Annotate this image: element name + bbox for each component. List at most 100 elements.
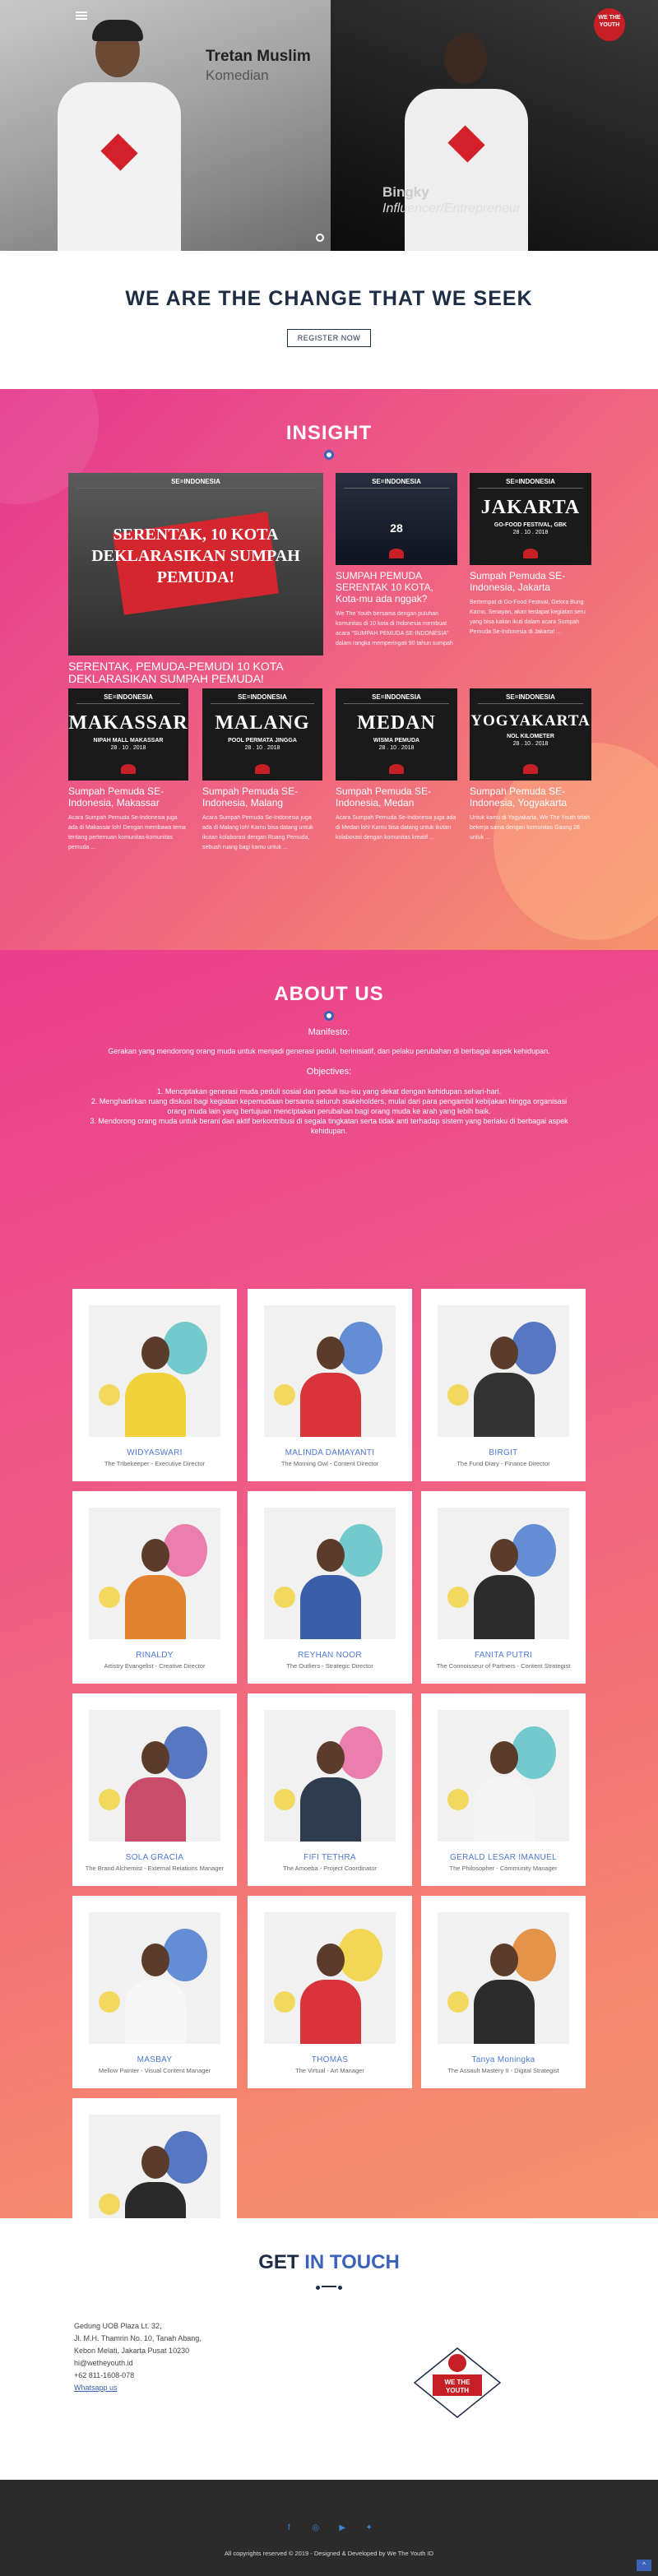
we-the-youth-logo-icon: WE THE YOUTH	[413, 2347, 502, 2418]
insight-title: INSIGHT	[285, 422, 373, 444]
insight-card-title[interactable]: Sumpah Pemuda SE-Indonesia, Medan	[336, 785, 457, 808]
insight-card[interactable]: SE=INDONESIA MEDAN WISMA PEMUDA 28 . 10 …	[336, 688, 457, 853]
team-member-role: The Assault Mastery II - Digital Strateg…	[447, 2067, 559, 2074]
team-member-card[interactable]: MALINDA DAMAYANTI The Morning Owl - Conte…	[248, 1289, 412, 1481]
team-member-photo	[264, 1710, 396, 1842]
team-member-photo	[438, 1710, 569, 1842]
about-title: ABOUT US	[274, 983, 384, 1005]
thumb-venue: WISMA PEMUDA	[373, 738, 420, 744]
insight-thumb[interactable]: SE=INDONESIA JAKARTA GO-FOOD FESTIVAL, G…	[470, 473, 591, 565]
insight-card-title[interactable]: SERENTAK, PEMUDA-PEMUDI 10 KOTA DEKLARAS…	[68, 660, 323, 685]
team-member-photo	[264, 1305, 396, 1437]
insight-thumb[interactable]: SE=INDONESIA MAKASSAR NIPAH MALL MAKASSA…	[68, 688, 188, 781]
team-member-role: The Morning Owl - Content Director	[280, 1460, 379, 1467]
insight-card-title[interactable]: Sumpah Pemuda SE-Indonesia, Malang	[202, 785, 322, 808]
thumb-venue: POOL PERMATA JINGGA	[228, 738, 297, 744]
contact-section: GET IN TOUCH Gedung UOB Plaza Lt. 32, Jl…	[0, 2218, 658, 2480]
team-member-role: The Tribekeeper - Executive Director	[104, 1460, 206, 1467]
insight-card-title[interactable]: Sumpah Pemuda SE-Indonesia, Makassar	[68, 785, 188, 808]
objective-item: 1. Menciptakan generasi muda peduli sosi…	[156, 1087, 502, 1096]
team-member-photo	[89, 1710, 220, 1842]
svg-text:YOUTH: YOUTH	[446, 2387, 469, 2394]
whatsapp-link[interactable]: Whatsapp us	[74, 2382, 202, 2394]
thumb-date: 28 . 10 . 2018	[512, 741, 549, 747]
tagline-title: WE ARE THE CHANGE THAT WE SEEK	[125, 287, 533, 310]
thumb-date: 28 . 10 . 2018	[378, 745, 415, 751]
insight-thumb[interactable]: SE=INDONESIA MEDAN WISMA PEMUDA 28 . 10 …	[336, 688, 457, 781]
insight-card[interactable]: SE=INDONESIA JAKARTA GO-FOOD FESTIVAL, G…	[470, 473, 591, 637]
insight-card-featured[interactable]: SE=INDONESIA SERENTAK, 10 KOTA DEKLARASI…	[68, 473, 323, 685]
team-member-role: The Outliers - Strategic Director	[286, 1662, 373, 1670]
team-member-photo	[438, 1912, 569, 2044]
title-dot-icon	[324, 450, 334, 460]
insight-thumb[interactable]: SE=INDONESIA SERENTAK, 10 KOTA DEKLARASI…	[68, 473, 323, 656]
twitter-icon[interactable]: ✦	[364, 2523, 375, 2535]
back-to-top-button[interactable]: ^	[637, 2560, 651, 2571]
team-member-name[interactable]: BIRGIT	[421, 1448, 586, 1457]
manifesto-text: Gerakan yang mendorong orang muda untuk …	[108, 1047, 550, 1055]
thumb-city: MALANG	[215, 712, 310, 734]
objectives-list: 1. Menciptakan generasi muda peduli sosi…	[82, 1086, 576, 1136]
team-member-name[interactable]: SOLA GRACIA	[72, 1853, 237, 1862]
menu-icon[interactable]	[76, 12, 87, 20]
team-member-name[interactable]: THOMAS	[248, 2055, 412, 2064]
team-member-name[interactable]: RINALDY	[72, 1651, 237, 1660]
copyright-text: All copyrights reserved © 2019 - Designe…	[224, 2550, 434, 2557]
insight-card[interactable]: SE=INDONESIA MALANG POOL PERMATA JINGGA …	[202, 688, 322, 853]
team-member-card[interactable]: MASBAY Mellow Painter - Visual Content Ma…	[72, 1896, 237, 2088]
thumb-brand: SE=INDONESIA	[478, 473, 583, 489]
hero-name-right: Bingky	[382, 184, 429, 200]
team-member-card[interactable]: RINALDY Artistry Evangelist - Creative Di…	[72, 1491, 237, 1684]
team-member-name[interactable]: Tanya Moningka	[421, 2055, 586, 2064]
team-member-name[interactable]: REYHAN NOOR	[248, 1651, 412, 1660]
insight-card-title[interactable]: Sumpah Pemuda SE-Indonesia, Yogyakarta	[470, 785, 591, 808]
team-member-name[interactable]: MALINDA DAMAYANTI	[248, 1448, 412, 1457]
insight-card-title[interactable]: SUMPAH PEMUDA SERENTAK 10 KOTA, Kota-mu …	[336, 570, 457, 605]
team-member-photo	[264, 1912, 396, 2044]
insight-card[interactable]: SE=INDONESIA MAKASSAR NIPAH MALL MAKASSA…	[68, 688, 188, 853]
team-member-name[interactable]: FANITA PUTRI	[421, 1651, 586, 1660]
insight-card-excerpt: Bertempat di Go-Food Festival, Gelora Bu…	[470, 600, 586, 635]
thumb-date: 28 . 10 . 2018	[512, 530, 549, 535]
youtube-icon[interactable]: ▶	[336, 2523, 348, 2535]
thumb-headline: SERENTAK, 10 KOTA DEKLARASIKAN SUMPAH PE…	[91, 526, 300, 586]
register-button[interactable]: REGISTER NOW	[286, 329, 372, 347]
contact-address: Gedung UOB Plaza Lt. 32, Jl. M.H. Thamri…	[74, 2320, 202, 2394]
insight-thumb[interactable]: SE=INDONESIA YOGYAKARTA NOL KILOMETER 28…	[470, 688, 591, 781]
instagram-icon[interactable]: ◎	[310, 2523, 322, 2535]
contact-phone[interactable]: +62 811-1608-078	[74, 2370, 202, 2382]
team-member-card[interactable]: Tanya Moningka The Assault Mastery II - D…	[421, 1896, 586, 2088]
hero-role-right: Influencer/Entrepreneur	[382, 202, 521, 215]
contact-email[interactable]: hi@wetheyouth.id	[74, 2357, 202, 2370]
insight-card[interactable]: SE=INDONESIA YOGYAKARTA NOL KILOMETER 28…	[470, 688, 591, 853]
team-member-card[interactable]: REYHAN NOOR The Outliers - Strategic Dire…	[248, 1491, 412, 1684]
team-member-name[interactable]: FIFI TETHRA	[248, 1853, 412, 1862]
hero-carousel: Tretan Muslim Komedian WE THE YOUTH Bing…	[0, 0, 658, 251]
team-member-card[interactable]: THOMAS The Virtual - Art Manager	[248, 1896, 412, 2088]
facebook-icon[interactable]: f	[283, 2523, 294, 2535]
team-member-card[interactable]: FIFI TETHRA The Amoeba - Project Coordina…	[248, 1693, 412, 1886]
title-dot-icon	[324, 1011, 334, 1021]
objective-item: 3. Mendorong orang muda untuk berani dan…	[90, 1117, 568, 1135]
thumb-brand: SE=INDONESIA	[478, 688, 583, 704]
team-member-card[interactable]: BIRGIT The Fund Diary - Finance Director	[421, 1289, 586, 1481]
team-member-card[interactable]: WIDYASWARI The Tribekeeper - Executive Di…	[72, 1289, 237, 1481]
insight-thumb[interactable]: SE=INDONESIA MALANG POOL PERMATA JINGGA …	[202, 688, 322, 781]
team-member-name[interactable]: WIDYASWARI	[72, 1448, 237, 1457]
team-member-name[interactable]: GERALD LESAR IMANUEL	[421, 1853, 586, 1862]
insight-thumb[interactable]: SE=INDONESIA 28	[336, 473, 457, 565]
team-member-role: Mellow Painter - Visual Content Manager	[98, 2067, 211, 2074]
team-member-name[interactable]: MASBAY	[72, 2055, 237, 2064]
objective-item: 2. Menghadirkan ruang diskusi bagi kegia…	[90, 1097, 568, 1115]
insight-card-title[interactable]: Sumpah Pemuda SE-Indonesia, Jakarta	[470, 570, 591, 593]
about-section: ABOUT US Manifesto: Gerakan yang mendoro…	[0, 950, 658, 2218]
team-member-card[interactable]: GERALD LESAR IMANUEL The Philosopher - Co…	[421, 1693, 586, 1886]
carousel-indicator[interactable]	[316, 234, 324, 242]
insight-card[interactable]: SE=INDONESIA 28 SUMPAH PEMUDA SERENTAK 1…	[336, 473, 457, 649]
team-member-card[interactable]: FANITA PUTRI The Connoisseur of Partners …	[421, 1491, 586, 1684]
svg-text:WE THE: WE THE	[444, 2379, 470, 2386]
team-member-card[interactable]: SOLA GRACIA The Brand Alchemist - Externa…	[72, 1693, 237, 1886]
team-member-card[interactable]: FadhlurrahmanThe Neon Punk - Digital Pla…	[72, 2098, 237, 2218]
thumb-brand: SE=INDONESIA	[344, 688, 449, 704]
we-the-youth-logo[interactable]: WE THE YOUTH	[594, 8, 625, 41]
